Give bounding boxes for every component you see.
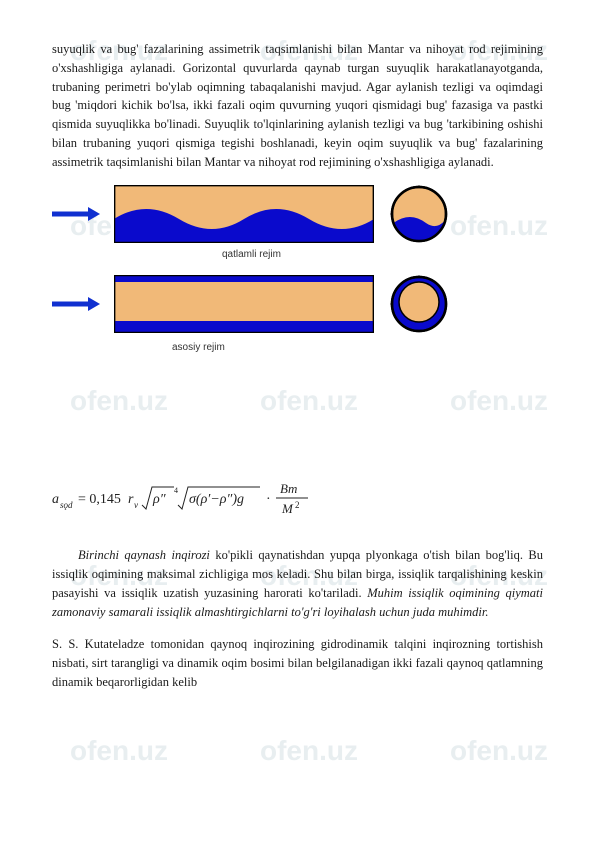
flow-arrow-icon [52, 207, 100, 221]
flow-arrow-icon [52, 297, 100, 311]
pipe-side-annular [114, 275, 374, 333]
svg-text:σ(ρ′−ρ″)g: σ(ρ′−ρ″)g [189, 492, 244, 507]
svg-text:4: 4 [174, 486, 178, 495]
svg-text:sǫd: sǫd [60, 500, 73, 510]
svg-text:Bm: Bm [280, 481, 297, 496]
body-paragraph-2: Birinchi qaynash inqirozi ko'pikli qayna… [52, 546, 543, 621]
svg-text:·: · [266, 492, 271, 507]
pipe-side-stratified [114, 185, 374, 243]
pipe-cross-annular [390, 275, 448, 333]
diagram-caption-stratified: qatlamli rejim [222, 247, 281, 262]
svg-text:2: 2 [295, 500, 300, 510]
svg-text:ρ″: ρ″ [152, 492, 166, 507]
diagram-caption-annular: asosiy rejim [172, 340, 225, 355]
svg-text:M: M [281, 501, 294, 516]
body-paragraph-3: S. S. Kutateladze tomonidan qaynoq inqir… [52, 635, 543, 691]
svg-text:= 0,145: = 0,145 [78, 492, 121, 507]
svg-text:v: v [134, 500, 138, 510]
flow-regime-diagram: qatlamli rejim [52, 185, 543, 405]
pipe-cross-stratified [390, 185, 448, 243]
para2-lead-italic: Birinchi qaynash inqirozi [78, 548, 210, 562]
svg-text:a: a [52, 492, 59, 507]
body-paragraph-1: suyuqlik va bug' fazalarining assimetrik… [52, 40, 543, 171]
formula-block: a sǫd = 0,145 r v ρ″ 4 σ(ρ′−ρ″)g · Bm M … [52, 475, 543, 521]
formula-image: a sǫd = 0,145 r v ρ″ 4 σ(ρ′−ρ″)g · Bm M … [52, 475, 312, 521]
